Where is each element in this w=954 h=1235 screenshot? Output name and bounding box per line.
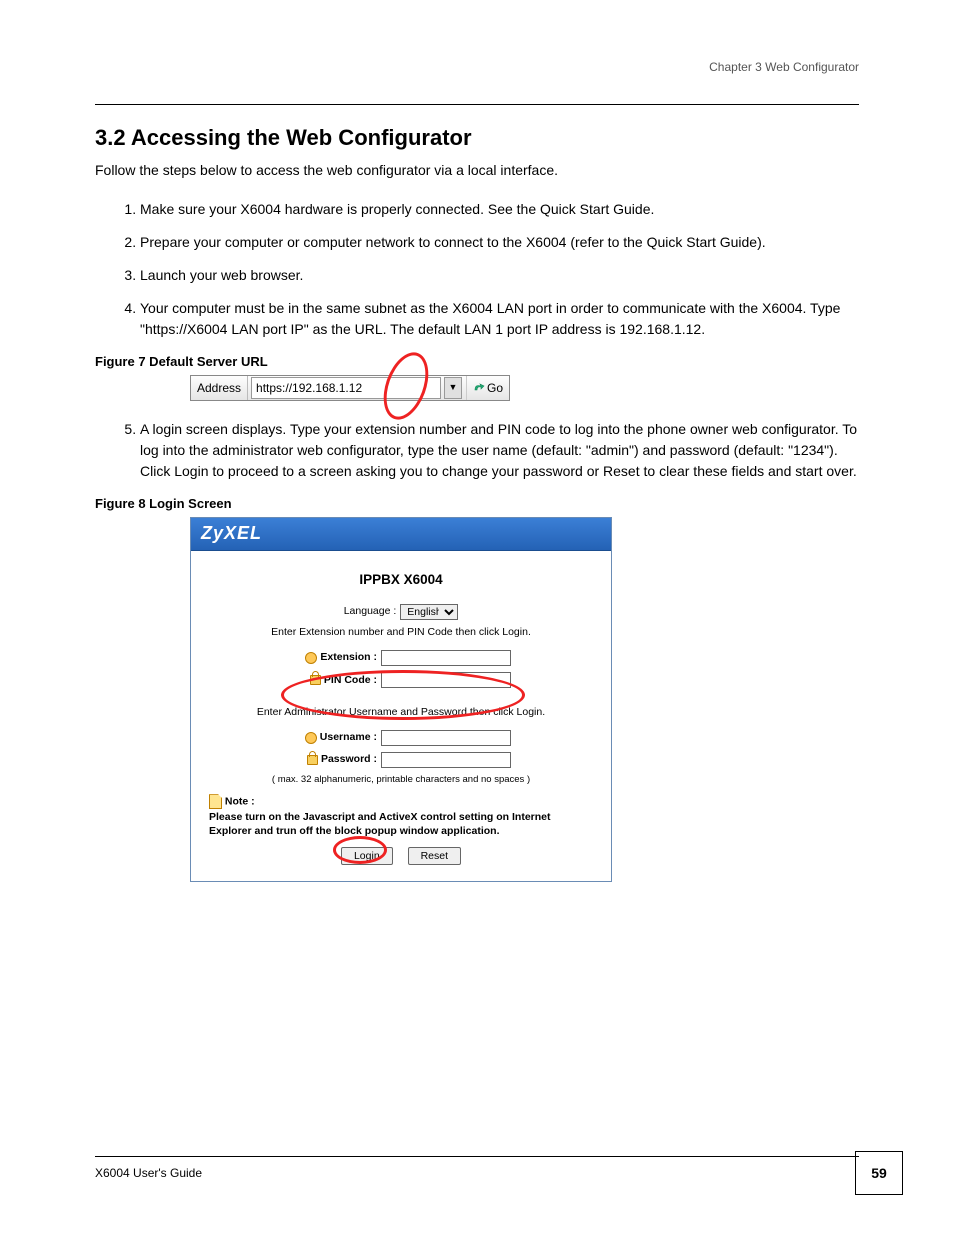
user-icon (305, 732, 317, 744)
figure-8-login-panel: ZyXEL IPPBX X6004 Language : English Ent… (190, 517, 612, 882)
step-2: Prepare your computer or computer networ… (140, 232, 859, 253)
section-heading: 3.2 Accessing the Web Configurator (95, 125, 859, 151)
user-icon (305, 652, 317, 664)
figure-7-address-bar: Address https://192.168.1.12 ▼ Go (190, 375, 510, 401)
page-number: 59 (855, 1151, 903, 1195)
login-header-bar: ZyXEL (191, 518, 611, 551)
figure-8-caption: Figure 8 Login Screen (95, 496, 859, 511)
password-label: Password : (321, 753, 377, 767)
chapter-label: Chapter 3 Web Configurator (95, 60, 859, 74)
note-label: Note : (225, 796, 255, 808)
extension-input[interactable] (381, 650, 511, 666)
footer: X6004 User's Guide (95, 1166, 859, 1180)
reset-button[interactable]: Reset (408, 847, 461, 865)
step-4: Your computer must be in the same subnet… (140, 298, 859, 340)
language-select[interactable]: English (400, 604, 458, 620)
note-icon (209, 794, 222, 809)
step-list-cont: A login screen displays. Type your exten… (95, 419, 859, 482)
go-arrow-icon (473, 382, 485, 394)
button-row: Login Reset (209, 847, 593, 865)
address-label: Address (191, 376, 248, 400)
step-1: Make sure your X6004 hardware is properl… (140, 199, 859, 220)
figure-7-caption: Figure 7 Default Server URL (95, 354, 859, 369)
language-row: Language : English (209, 604, 593, 620)
annotation-ellipse-credentials (281, 670, 525, 720)
annotation-ellipse-login (333, 836, 387, 864)
password-input[interactable] (381, 752, 511, 768)
address-dropdown-icon[interactable]: ▼ (444, 377, 462, 399)
hr-top (95, 104, 859, 105)
go-button[interactable]: Go (466, 376, 509, 400)
hr-bottom (95, 1156, 859, 1157)
language-label: Language : (344, 605, 397, 619)
username-input[interactable] (381, 730, 511, 746)
login-title: IPPBX X6004 (209, 571, 593, 589)
username-label: Username : (320, 731, 377, 745)
lock-icon (307, 755, 318, 765)
login-hint-extension: Enter Extension number and PIN Code then… (209, 626, 593, 640)
note-text: Please turn on the Javascript and Active… (209, 811, 593, 838)
footer-guide-name: X6004 User's Guide (95, 1166, 202, 1180)
extension-label: Extension : (320, 651, 377, 665)
section-intro: Follow the steps below to access the web… (95, 161, 859, 181)
password-fineprint: ( max. 32 alphanumeric, printable charac… (209, 774, 593, 786)
step-list: Make sure your X6004 hardware is properl… (95, 199, 859, 340)
step-5: A login screen displays. Type your exten… (140, 419, 859, 482)
zyxel-logo: ZyXEL (201, 523, 262, 544)
step-3: Launch your web browser. (140, 265, 859, 286)
